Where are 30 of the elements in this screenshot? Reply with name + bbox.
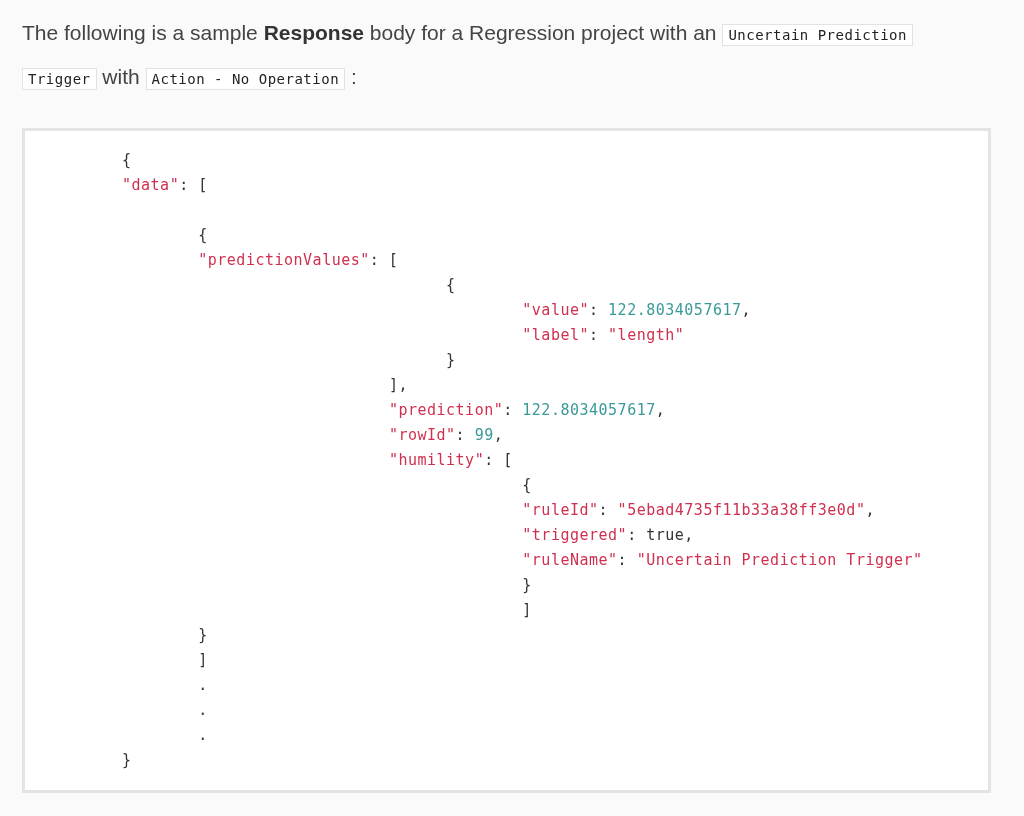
code-line: "triggered": true,: [522, 526, 694, 544]
code-line: "ruleId": "5ebad4735f11b33a38ff3e0d",: [522, 501, 875, 519]
code-line: {: [446, 276, 456, 294]
code-line: "ruleName": "Uncertain Prediction Trigger": [522, 551, 923, 569]
code-line: }: [122, 751, 132, 769]
inline-code: Uncertain Prediction: [722, 24, 913, 46]
code-line: }: [522, 576, 532, 594]
code-line: }: [446, 351, 456, 369]
code-line: {: [522, 476, 532, 494]
code-line: ],: [388, 376, 408, 394]
code-line: "predictionValues": [: [198, 251, 399, 269]
code-line: "rowId": 99,: [388, 426, 504, 444]
code-line: .: [198, 701, 208, 719]
intro-text: The following is a sample Response body for a Regression project with an: [22, 21, 717, 44]
inline-code: Action - No Operation: [145, 68, 346, 90]
code-line: {: [122, 151, 132, 169]
code-line: .: [198, 726, 208, 744]
code-line: "value": 122.8034057617,: [522, 301, 752, 319]
code-line: "humility": [: [388, 451, 513, 469]
code-line: ]: [198, 651, 208, 669]
inline-code: Trigger: [22, 68, 97, 90]
intro-text: with: [102, 65, 140, 88]
code-line: .: [198, 676, 208, 694]
code-line: ]: [522, 601, 532, 619]
code-line: "data": [: [122, 176, 208, 194]
code-line: {: [198, 226, 208, 244]
code-line: "prediction": 122.8034057617,: [388, 401, 666, 419]
intro-text: :: [350, 65, 357, 88]
code-line: }: [198, 626, 208, 644]
code-line: "label": "length": [522, 326, 685, 344]
